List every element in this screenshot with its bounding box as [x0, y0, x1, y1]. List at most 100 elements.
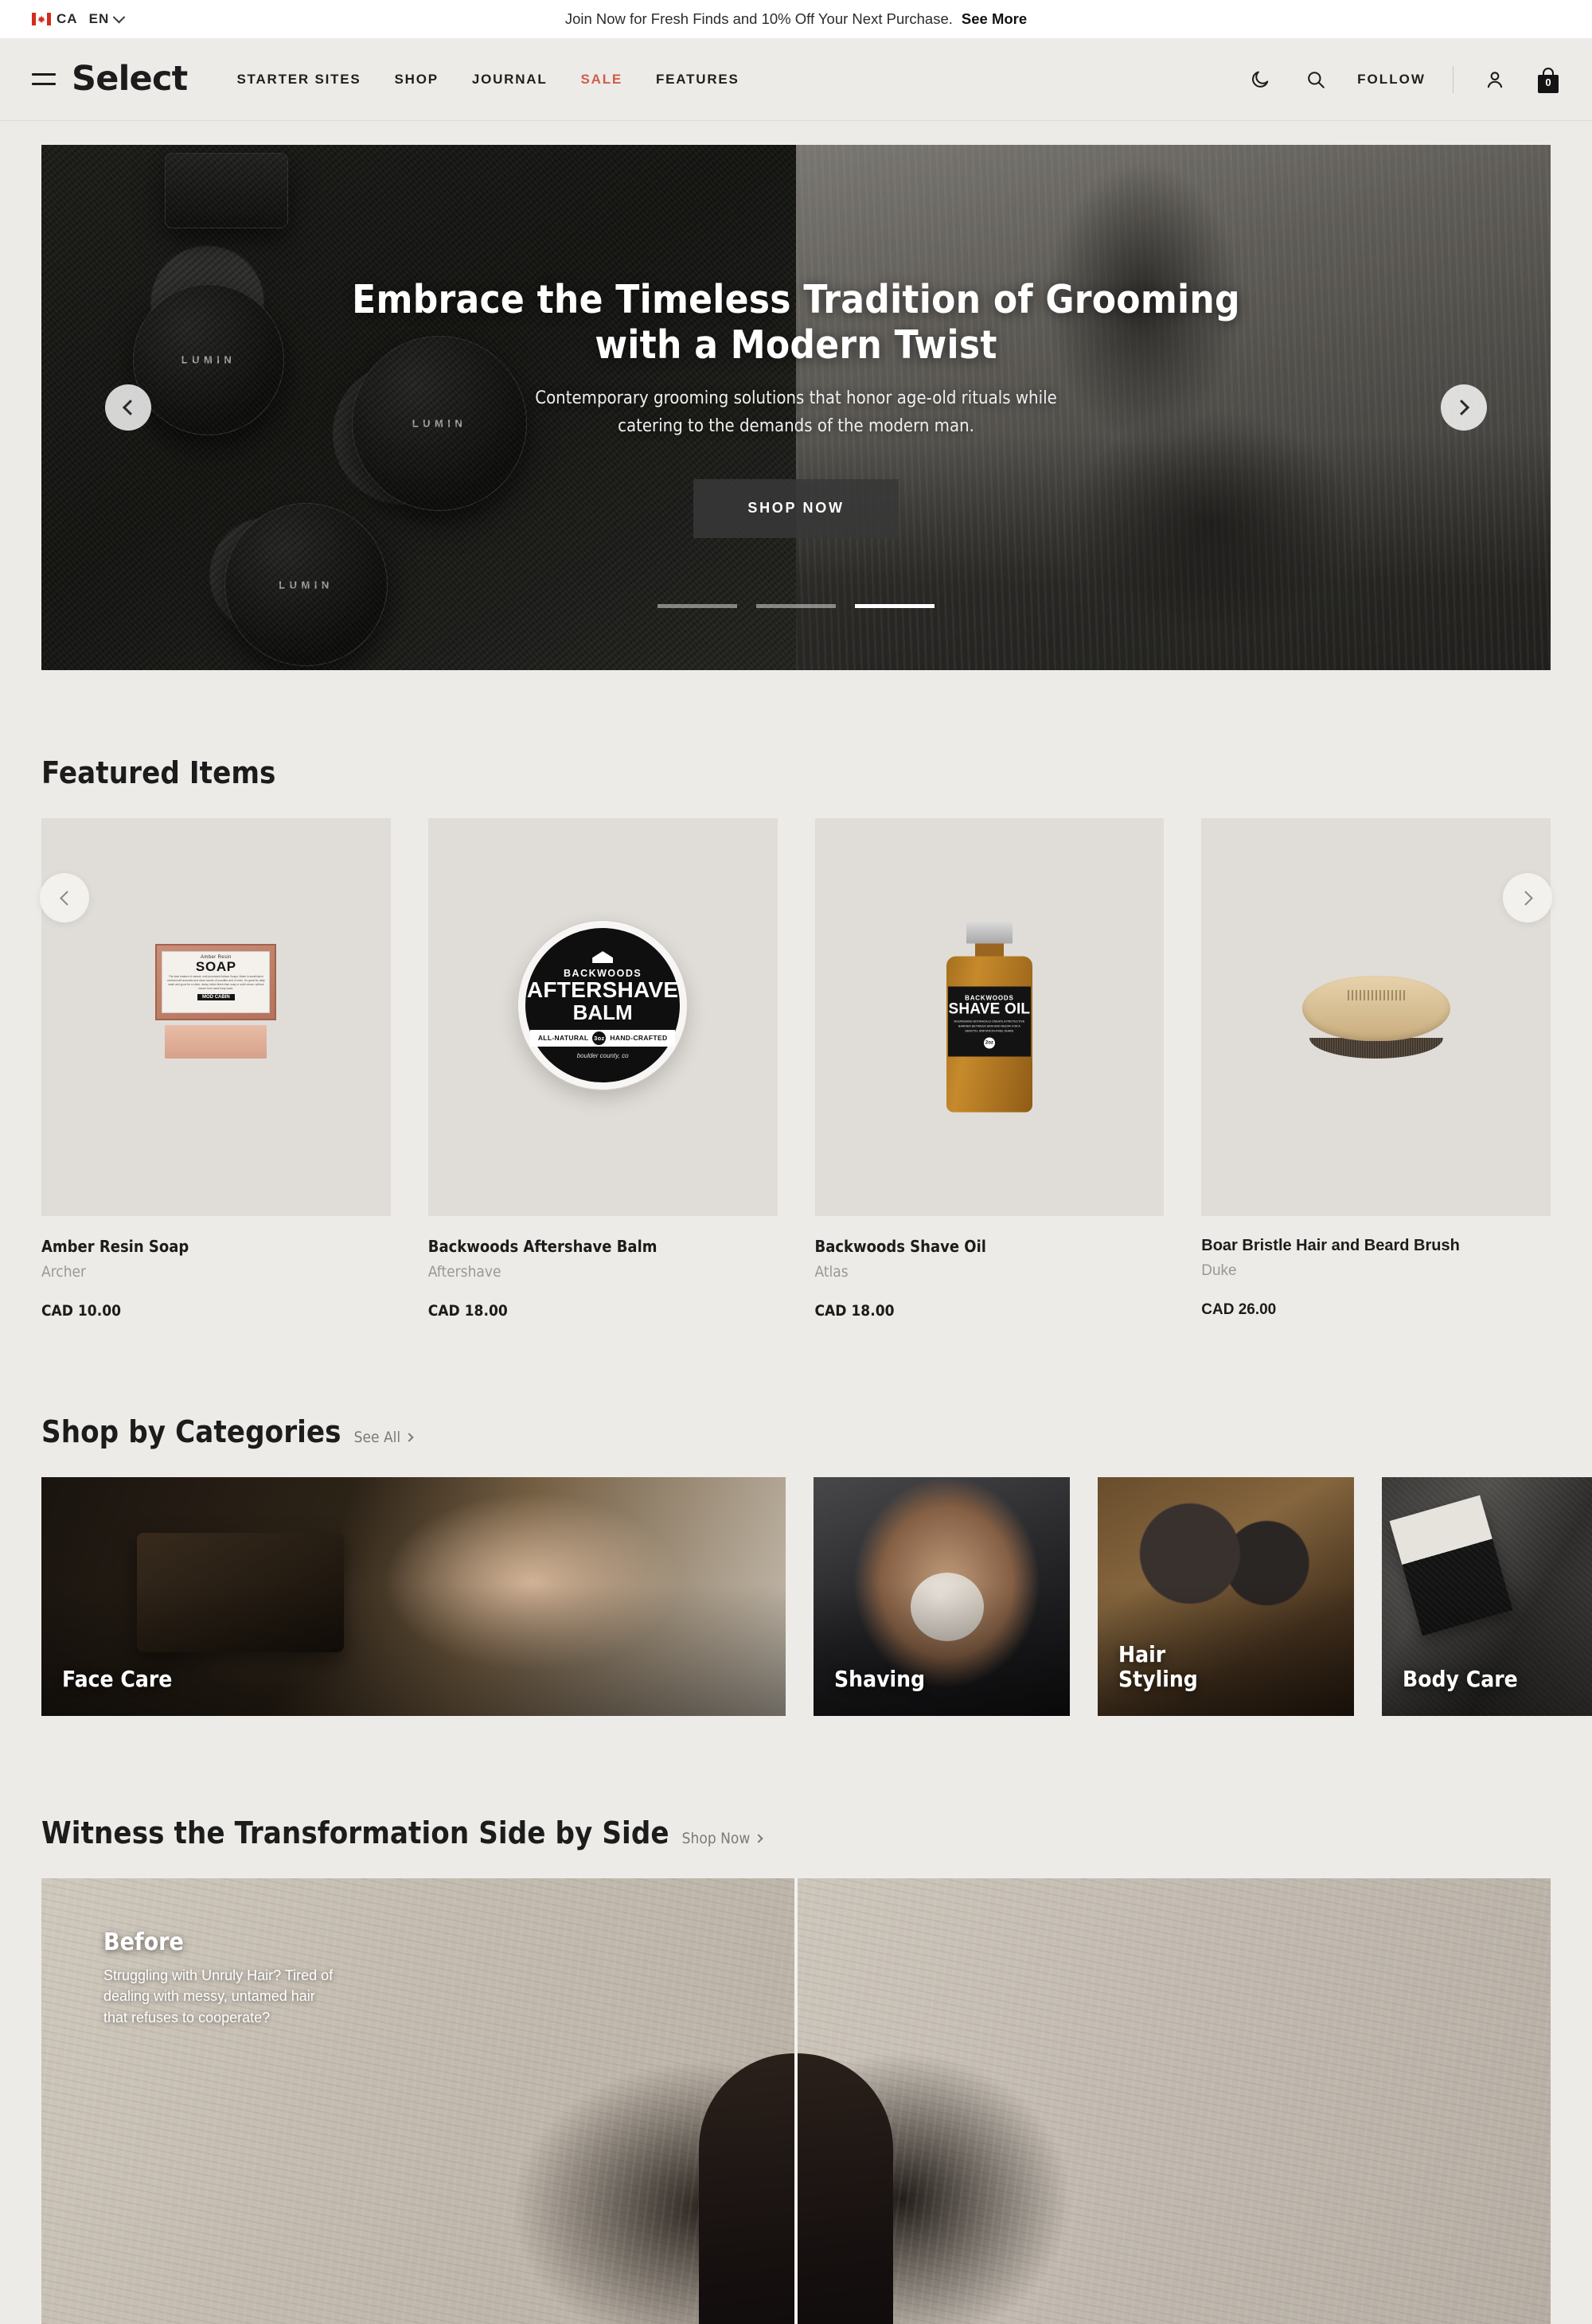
nav-item-sale[interactable]: SALE [581, 72, 622, 88]
primary-navigation: STARTER SITES SHOP JOURNAL SALE FEATURES [236, 72, 739, 88]
category-tile-face-care[interactable]: Face Care [41, 1477, 786, 1716]
tin-band-right: HAND-CRAFTED [610, 1034, 668, 1043]
product-card[interactable]: Boar Bristle Hair and Beard Brush Duke C… [1201, 818, 1551, 1320]
cart-count: 0 [1545, 76, 1551, 88]
hero-subtitle: Contemporary grooming solutions that hon… [535, 388, 1057, 437]
product-price: CAD 26.00 [1201, 1301, 1277, 1318]
soap-bar-art: Amber Resin SOAP The best makers of natu… [155, 944, 277, 1059]
language-label: EN [88, 11, 110, 26]
nav-item-starter-sites[interactable]: STARTER SITES [236, 72, 361, 88]
language-selector[interactable]: EN [88, 10, 126, 27]
category-tile-body-care[interactable]: Body Care [1382, 1477, 1592, 1716]
product-name: Backwoods Shave Oil [814, 1237, 986, 1256]
header-actions: FOLLOW 0 [1246, 65, 1560, 94]
aftershave-tin-art: BACKWOODS AFTERSHAVE BALM ALL-NATURAL 3o… [518, 921, 688, 1090]
category-tile-hair-styling[interactable]: Hair Styling [1098, 1477, 1354, 1716]
product-name: Amber Resin Soap [41, 1237, 189, 1256]
hero-slide-dot-3[interactable] [855, 604, 935, 608]
featured-next-button[interactable] [1503, 873, 1552, 922]
product-image[interactable]: BACKWOODS SHAVE OIL NOURISHING BOTANICAL… [814, 818, 1165, 1216]
soap-label-tag: MOD CABIN [197, 994, 235, 1001]
moon-icon[interactable] [1246, 65, 1274, 94]
user-account-icon[interactable] [1481, 65, 1509, 94]
shop-now-label: Shop Now [681, 1830, 751, 1847]
product-price: CAD 18.00 [427, 1302, 508, 1320]
chevron-right-icon [754, 1834, 763, 1843]
after-image [699, 1878, 1551, 2324]
country-selector[interactable]: CA [32, 11, 78, 27]
locale-selector[interactable]: CA EN [32, 10, 126, 27]
chevron-right-icon [1453, 400, 1470, 415]
hero-next-button[interactable] [1441, 384, 1487, 431]
soap-label-main: SOAP [195, 959, 236, 974]
nav-item-journal[interactable]: JOURNAL [472, 72, 548, 88]
product-name: Backwoods Aftershave Balm [427, 1237, 657, 1256]
comparison-slider-handle[interactable] [794, 1878, 798, 2324]
featured-prev-button[interactable] [40, 873, 89, 922]
transformation-shop-now-link[interactable]: Shop Now [682, 1830, 763, 1847]
hero-content: Embrace the Timeless Tradition of Groomi… [41, 145, 1551, 670]
canada-flag-icon [32, 13, 51, 25]
product-name: Boar Bristle Hair and Beard Brush [1201, 1237, 1460, 1254]
tin-band: ALL-NATURAL 3oz HAND-CRAFTED [529, 1029, 676, 1047]
category-label: Hair Styling [1118, 1641, 1198, 1693]
product-vendor: Aftershave [427, 1263, 501, 1281]
search-icon[interactable] [1301, 65, 1330, 94]
chevron-right-icon [404, 1433, 414, 1442]
follow-button[interactable]: FOLLOW [1357, 72, 1426, 88]
hero-slide-dot-2[interactable] [756, 604, 836, 608]
product-image[interactable] [1201, 818, 1551, 1216]
chevron-left-icon [59, 890, 75, 906]
product-vendor: Atlas [814, 1263, 849, 1281]
chevron-down-icon [112, 10, 126, 23]
product-card[interactable]: BACKWOODS SHAVE OIL NOURISHING BOTANICAL… [814, 818, 1165, 1320]
country-label: CA [57, 11, 78, 26]
categories-section: Shop by Categories See All Face Care Sha… [41, 1320, 1592, 1716]
cabin-logo-icon [592, 951, 614, 964]
hero-shop-now-button[interactable]: SHOP NOW [693, 478, 899, 538]
transformation-title: Witness the Transformation Side by Side [41, 1815, 669, 1850]
hero-slide-indicators [41, 604, 1551, 608]
announcement-message-group: Join Now for Fresh Finds and 10% Off You… [0, 0, 1592, 38]
product-card[interactable]: BACKWOODS AFTERSHAVE BALM ALL-NATURAL 3o… [427, 818, 778, 1320]
soap-bar-base [165, 1025, 267, 1059]
product-vendor: Duke [1201, 1262, 1237, 1279]
transformation-section: Witness the Transformation Side by Side … [41, 1716, 1551, 2324]
before-heading: Before [103, 1928, 184, 1956]
tin-band-size: 3oz [592, 1031, 607, 1045]
nav-item-shop[interactable]: SHOP [395, 72, 439, 88]
nav-item-features[interactable]: FEATURES [656, 72, 739, 88]
bottle-label: BACKWOODS SHAVE OIL NOURISHING BOTANICAL… [947, 986, 1031, 1057]
featured-items-section: Featured Items Amber Resin SOAP The best… [40, 670, 1552, 1320]
site-header: Select STARTER SITES SHOP JOURNAL SALE F… [0, 38, 1592, 121]
hero-prev-button[interactable] [105, 384, 151, 431]
chevron-right-icon [1517, 890, 1533, 906]
product-card[interactable]: Amber Resin SOAP The best makers of natu… [41, 818, 391, 1320]
hamburger-menu-icon[interactable] [32, 66, 59, 93]
chevron-left-icon [122, 400, 139, 415]
bottle-label-body: NOURISHING BOTANICALS CREATE A PROTECTIV… [954, 1020, 1025, 1033]
product-vendor: Archer [41, 1263, 87, 1281]
see-all-label: See All [353, 1429, 401, 1446]
bottle-cap [966, 922, 1013, 944]
product-image[interactable]: Amber Resin SOAP The best makers of natu… [41, 818, 391, 1216]
hero-slide-dot-1[interactable] [657, 604, 737, 608]
featured-product-grid: Amber Resin SOAP The best makers of natu… [41, 818, 1551, 1320]
product-price: CAD 18.00 [814, 1302, 895, 1320]
product-price: CAD 10.00 [41, 1302, 121, 1320]
product-image[interactable]: BACKWOODS AFTERSHAVE BALM ALL-NATURAL 3o… [427, 818, 778, 1216]
shopping-bag-icon[interactable]: 0 [1536, 66, 1560, 93]
category-label: Body Care [1403, 1666, 1518, 1693]
category-tile-shaving[interactable]: Shaving [814, 1477, 1070, 1716]
announcement-bar: CA EN Join Now for Fresh Finds and 10% O… [0, 0, 1592, 38]
before-caption: Before Struggling with Unruly Hair? Tire… [103, 1931, 342, 2028]
category-label: Face Care [62, 1666, 173, 1693]
see-more-link[interactable]: See More [962, 10, 1027, 28]
site-logo[interactable]: Select [72, 62, 188, 96]
featured-section-head: Featured Items [41, 758, 1551, 788]
categories-see-all-link[interactable]: See All [353, 1429, 414, 1446]
before-after-comparison[interactable]: Before Struggling with Unruly Hair? Tire… [41, 1878, 1551, 2324]
announcement-message: Join Now for Fresh Finds and 10% Off You… [564, 10, 953, 27]
before-text: Struggling with Unruly Hair? Tired of de… [103, 1967, 334, 2026]
tin-line-1: AFTERSHAVE [526, 977, 679, 1003]
